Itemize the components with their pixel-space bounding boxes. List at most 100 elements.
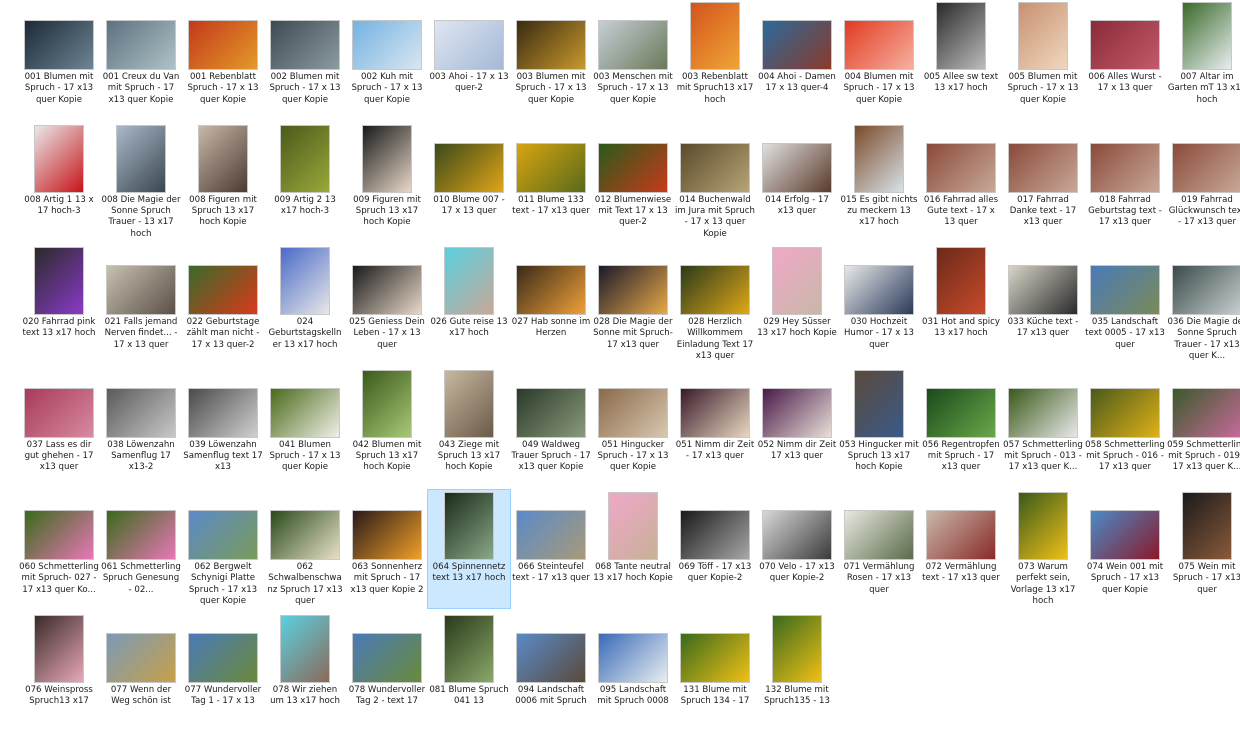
file-item[interactable]: 014 Erfolg - 17 x13 quer [756,123,838,241]
file-item[interactable]: 131 Blume mit Spruch 134 - 17 [674,613,756,731]
file-item[interactable]: 066 Steinteufel text - 17 x13 quer [510,490,592,608]
file-item[interactable]: 049 Waldweg Trauer Spruch - 17 x13 quer … [510,368,592,486]
file-item[interactable]: 001 Rebenblatt Spruch - 17 x 13 quer Kop… [182,0,264,118]
file-item[interactable]: 053 Hingucker mit Spruch 13 x17 hoch Kop… [838,368,920,486]
file-item[interactable]: 074 Wein 001 mit Spruch - 17 x13 quer Ko… [1084,490,1166,608]
file-item[interactable]: 051 Nimm dir Zeit - 17 x13 quer [674,368,756,486]
file-item[interactable]: 003 Menschen mit Spruch - 17 x 13 quer K… [592,0,674,118]
image-thumbnail-icon [680,510,750,560]
file-item[interactable]: 039 Löwenzahn Samenflug text 17 x13 [182,368,264,486]
file-item[interactable]: 038 Löwenzahn Samenflug 17 x13-2 [100,368,182,486]
file-name-label: 042 Blumen mit Spruch 13 x17 hoch Kopie [352,439,422,473]
file-item[interactable]: 075 Wein mit Spruch - 17 x13 quer [1166,490,1240,608]
file-item[interactable]: 005 Blumen mit Spruch - 17 x 13 quer Kop… [1002,0,1084,118]
file-item[interactable]: 005 Allee sw text 13 x17 hoch [920,0,1002,118]
file-item[interactable]: 010 Blume 007 - 17 x 13 quer [428,123,510,241]
file-item[interactable]: 058 Schmetterling mit Spruch - 016 - 17 … [1084,368,1166,486]
file-item[interactable]: 012 Blumenwiese mit Text 17 x 13 quer-2 [592,123,674,241]
file-item[interactable]: 025 Geniess Dein Leben - 17 x 13 quer [346,245,428,363]
file-item[interactable]: 132 Blume mit Spruch135 - 13 [756,613,838,731]
file-item[interactable]: 003 Rebenblatt mit Spruch13 x17 hoch [674,0,756,118]
file-item[interactable]: 006 Alles Wurst - 17 x 13 quer [1084,0,1166,118]
file-item[interactable]: 094 Landschaft 0006 mit Spruch [510,613,592,731]
file-item[interactable]: 062 Bergwelt Schynigi Platte Spruch - 17… [182,490,264,608]
file-item[interactable]: 028 Herzlich Willkommem Einladung Text 1… [674,245,756,363]
file-item[interactable]: 056 Regentropfen mit Spruch - 17 x13 que… [920,368,1002,486]
file-item[interactable]: 042 Blumen mit Spruch 13 x17 hoch Kopie [346,368,428,486]
image-thumbnail-icon [516,387,586,438]
file-item[interactable]: 033 Küche text - 17 x13 quer [1002,245,1084,363]
file-item[interactable]: 014 Buchenwald im Jura mit Spruch - 17 x… [674,123,756,241]
file-item[interactable]: 076 Weinspross Spruch13 x17 [18,613,100,731]
file-item[interactable]: 051 Hingucker Spruch - 17 x 13 quer Kopi… [592,368,674,486]
file-item[interactable]: 024 Geburtstagskelln er 13 x17 hoch [264,245,346,363]
image-thumbnail-icon [106,20,176,70]
file-item[interactable]: 004 Ahoi - Damen 17 x 13 quer-4 [756,0,838,118]
file-item[interactable]: 031 Hot and spicy 13 x17 hoch [920,245,1002,363]
file-item[interactable]: 009 Artig 2 13 x17 hoch-3 [264,123,346,241]
file-item[interactable]: 078 Wir ziehen um 13 x17 hoch [264,613,346,731]
file-item[interactable]: 061 Schmetterling Spruch Genesung - 02..… [100,490,182,608]
file-item[interactable]: 077 Wenn der Weg schön ist [100,613,182,731]
file-item[interactable]: 064 Spinnennetz text 13 x17 hoch [427,489,511,609]
file-item[interactable]: 068 Tante neutral 13 x17 hoch Kopie [592,490,674,608]
file-item[interactable]: 004 Blumen mit Spruch - 17 x 13 quer Kop… [838,0,920,118]
file-item[interactable]: 041 Blumen Spruch - 17 x 13 quer Kopie [264,368,346,486]
file-item[interactable]: 036 Die Magie der Sonne Spruch Trauer - … [1166,245,1240,363]
file-item[interactable]: 037 Lass es dir gut ghehen - 17 x13 quer [18,368,100,486]
image-thumbnail-icon [926,142,996,193]
file-item[interactable]: 003 Blumen mit Spruch - 17 x 13 quer Kop… [510,0,592,118]
file-item[interactable]: 052 Nimm dir Zeit 17 x13 quer [756,368,838,486]
file-item[interactable]: 021 Falls jemand Nerven findet... - 17 x… [100,245,182,363]
file-name-label: 078 Wir ziehen um 13 x17 hoch [270,684,340,706]
file-item[interactable]: 028 Die Magie der Sonne mit Spruch- 17 x… [592,245,674,363]
file-item[interactable]: 008 Die Magie der Sonne Spruch Trauer - … [100,123,182,241]
file-item[interactable]: 003 Ahoi - 17 x 13 quer-2 [428,0,510,118]
file-item[interactable]: 071 Vermählung Rosen - 17 x13 quer [838,490,920,608]
file-item[interactable]: 030 Hochzeit Humor - 17 x 13 quer [838,245,920,363]
file-name-label: 077 Wundervoller Tag 1 - 17 x 13 [184,684,262,706]
file-name-label: 031 Hot and spicy 13 x17 hoch [922,317,1000,339]
file-item[interactable]: 009 Figuren mit Spruch 13 x17 hoch Kopie [346,123,428,241]
file-item[interactable]: 001 Blumen mit Spruch - 17 x13 quer Kopi… [18,0,100,118]
file-item[interactable]: 008 Figuren mit Spruch 13 x17 hoch Kopie [182,123,264,241]
file-item[interactable]: 070 Velo - 17 x13 quer Kopie-2 [756,490,838,608]
file-item[interactable]: 073 Warum perfekt sein, Vorlage 13 x17 h… [1002,490,1084,608]
file-item[interactable]: 069 Töff - 17 x13 quer Kopie-2 [674,490,756,608]
file-item[interactable]: 016 Fahrrad alles Gute text - 17 x 13 qu… [920,123,1002,241]
file-item[interactable]: 062 Schwalbenschwa nz Spruch 17 x13 quer [264,490,346,608]
file-item[interactable]: 018 Fahrrad Geburtstag text - 17 x13 que… [1084,123,1166,241]
file-item[interactable]: 077 Wundervoller Tag 1 - 17 x 13 [182,613,264,731]
image-thumbnail-icon [34,124,84,193]
file-item[interactable]: 002 Kuh mit Spruch - 17 x 13 quer Kopie [346,0,428,118]
file-item[interactable]: 057 Schmetterling mit Spruch - 013 - 17 … [1002,368,1084,486]
file-item[interactable]: 002 Blumen mit Spruch - 17 x 13 quer Kop… [264,0,346,118]
image-thumbnail-icon [1182,492,1232,560]
file-item[interactable]: 015 Es gibt nichts zu meckern 13 x17 hoc… [838,123,920,241]
file-name-label: 008 Figuren mit Spruch 13 x17 hoch Kopie [189,194,257,228]
file-item[interactable]: 011 Blume 133 text - 17 x13 quer [510,123,592,241]
file-name-label: 064 Spinnennetz text 13 x17 hoch [432,562,506,584]
file-item[interactable]: 072 Vermählung text - 17 x13 quer [920,490,1002,608]
file-item[interactable]: 060 Schmetterling mit Spruch- 027 - 17 x… [18,490,100,608]
file-item[interactable]: 035 Landschaft text 0005 - 17 x13 quer [1084,245,1166,363]
file-item[interactable]: 027 Hab sonne im Herzen [510,245,592,363]
file-item[interactable]: 001 Creux du Van mit Spruch - 17 x13 que… [100,0,182,118]
file-item[interactable]: 008 Artig 1 13 x 17 hoch-3 [18,123,100,241]
file-item[interactable]: 081 Blume Spruch 041 13 [428,613,510,731]
file-item[interactable]: 026 Gute reise 13 x17 hoch [428,245,510,363]
file-item[interactable]: 059 Schmetterling mit Spruch - 019 - 17 … [1166,368,1240,486]
file-item[interactable]: 022 Geburtstage zählt man nicht - 17 x 1… [182,245,264,363]
file-item[interactable]: 007 Altar im Garten mT 13 x17 hoch [1166,0,1240,118]
image-thumbnail-icon [34,614,84,683]
file-item[interactable]: 063 Sonnenherz mit Spruch - 17 x13 quer … [346,490,428,608]
file-item[interactable]: 095 Landschaft mit Spruch 0008 [592,613,674,731]
file-item[interactable]: 019 Fahrrad Glückwunsch text - 17 x13 qu… [1166,123,1240,241]
file-item[interactable]: 043 Ziege mit Spruch 13 x17 hoch Kopie [428,368,510,486]
file-item[interactable]: 017 Fahrrad Danke text - 17 x13 quer [1002,123,1084,241]
image-thumbnail-icon [598,265,668,315]
file-item[interactable]: 078 Wundervoller Tag 2 - text 17 [346,613,428,731]
file-name-label: 062 Schwalbenschwa nz Spruch 17 x13 quer [267,562,343,607]
file-item[interactable]: 020 Fahrrad pink text 13 x17 hoch [18,245,100,363]
file-item[interactable]: 029 Hey Süsser 13 x17 hoch Kopie [756,245,838,363]
